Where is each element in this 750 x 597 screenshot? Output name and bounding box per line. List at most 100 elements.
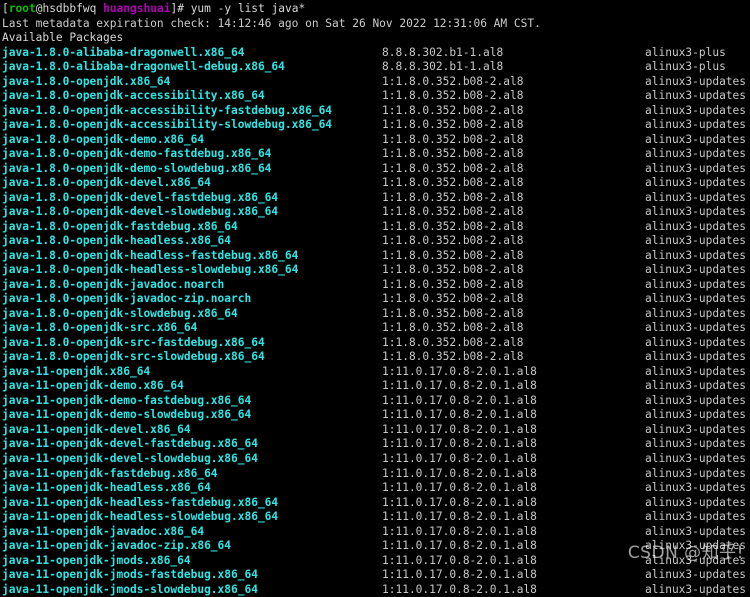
- package-repository: alinux3-updates: [645, 568, 747, 582]
- package-row: java-11-openjdk-javadoc.x86_64 1:11.0.17.…: [2, 525, 750, 540]
- package-repository: alinux3-updates: [645, 539, 747, 553]
- package-row: java-11-openjdk-jmods-fastdebug.x86_64 1:…: [2, 568, 750, 583]
- terminal-window[interactable]: [root@hsdbbfwq huangshuai]# yum -y list …: [0, 0, 750, 596]
- package-name: java-1.8.0-openjdk-headless.x86_64: [2, 234, 232, 248]
- package-row: java-1.8.0-alibaba-dragonwell-debug.x86_…: [2, 60, 750, 75]
- package-row: java-1.8.0-openjdk-headless.x86_64 1:1.8.…: [2, 234, 750, 249]
- package-row: java-11-openjdk-demo.x86_64 1:11.0.17.0.8…: [2, 379, 750, 394]
- package-repository: alinux3-updates: [645, 234, 747, 248]
- package-name: java-1.8.0-openjdk-fastdebug.x86_64: [2, 219, 238, 233]
- package-repository: alinux3-updates: [645, 582, 747, 596]
- package-version: 1:11.0.17.0.8-2.0.1.al8: [382, 481, 537, 495]
- package-version: 1:1.8.0.352.b08-2.al8: [382, 219, 524, 233]
- package-repository: alinux3-updates: [645, 89, 747, 103]
- package-row: java-1.8.0-openjdk-javadoc-zip.noarch 1:1…: [2, 292, 750, 307]
- available-packages-header: Available Packages: [2, 31, 124, 45]
- package-row: java-1.8.0-openjdk-headless-fastdebug.x8…: [2, 249, 750, 264]
- package-repository: alinux3-updates: [645, 495, 747, 509]
- command-text: yum -y list java*: [190, 2, 306, 15]
- package-version: 1:11.0.17.0.8-2.0.1.al8: [382, 451, 537, 465]
- package-name: java-11-openjdk-headless.x86_64: [2, 481, 211, 495]
- package-version: 1:11.0.17.0.8-2.0.1.al8: [382, 582, 537, 596]
- package-repository: alinux3-updates: [645, 161, 747, 175]
- package-row: java-1.8.0-openjdk-accessibility-fastdeb…: [2, 104, 750, 119]
- package-repository: alinux3-updates: [645, 306, 747, 320]
- package-name: java-1.8.0-openjdk-demo.x86_64: [2, 132, 205, 146]
- package-name: java-11-openjdk-jmods-slowdebug.x86_64: [2, 582, 258, 596]
- package-row: java-1.8.0-openjdk-demo.x86_64 1:1.8.0.35…: [2, 133, 750, 148]
- package-version: 1:11.0.17.0.8-2.0.1.al8: [382, 466, 537, 480]
- package-version: 1:1.8.0.352.b08-2.al8: [382, 147, 524, 161]
- package-name: java-11-openjdk-javadoc-zip.x86_64: [2, 539, 232, 553]
- package-name: java-1.8.0-openjdk-devel-fastdebug.x86_6…: [2, 190, 279, 204]
- package-row: java-1.8.0-openjdk-slowdebug.x86_64 1:1.8…: [2, 307, 750, 322]
- prompt-working-directory: huangshuai: [103, 2, 171, 15]
- package-name: java-1.8.0-openjdk-javadoc-zip.noarch: [2, 292, 252, 306]
- package-row: java-1.8.0-openjdk-src-slowdebug.x86_64 1…: [2, 350, 750, 365]
- package-name: java-11-openjdk-demo.x86_64: [2, 379, 184, 393]
- package-version: 1:11.0.17.0.8-2.0.1.al8: [382, 568, 537, 582]
- package-name: java-1.8.0-openjdk-headless-fastdebug.x8…: [2, 248, 299, 262]
- package-repository: alinux3-updates: [645, 335, 747, 349]
- package-row: java-11-openjdk-headless-slowdebug.x86_6…: [2, 510, 750, 525]
- prompt-sigil: #: [177, 2, 191, 15]
- package-version: 1:1.8.0.352.b08-2.al8: [382, 263, 524, 277]
- package-row: java-1.8.0-openjdk-devel-fastdebug.x86_6…: [2, 191, 750, 206]
- package-row: java-1.8.0-openjdk-accessibility.x86_64 1…: [2, 89, 750, 104]
- package-row: java-11-openjdk-devel-fastdebug.x86_64 1:…: [2, 437, 750, 452]
- prompt-line: [root@hsdbbfwq huangshuai]# yum -y list …: [2, 2, 750, 17]
- package-name: java-1.8.0-openjdk-slowdebug.x86_64: [2, 306, 238, 320]
- package-repository: alinux3-updates: [645, 132, 747, 146]
- package-version: 1:11.0.17.0.8-2.0.1.al8: [382, 422, 537, 436]
- package-repository: alinux3-updates: [645, 176, 747, 190]
- prompt-user: root: [8, 2, 36, 15]
- package-version: 1:1.8.0.352.b08-2.al8: [382, 248, 524, 262]
- package-repository: alinux3-updates: [645, 103, 747, 117]
- package-name: java-1.8.0-openjdk-demo-fastdebug.x86_64: [2, 147, 272, 161]
- package-repository: alinux3-updates: [645, 147, 747, 161]
- package-row: java-11-openjdk-devel-slowdebug.x86_64 1:…: [2, 452, 750, 467]
- package-name: java-1.8.0-openjdk.x86_64: [2, 74, 171, 88]
- package-row: java-11-openjdk-jmods-slowdebug.x86_64 1:…: [2, 583, 750, 597]
- package-row: java-1.8.0-alibaba-dragonwell.x86_64 8.8.…: [2, 46, 750, 61]
- package-name: java-11-openjdk-demo-slowdebug.x86_64: [2, 408, 252, 422]
- metadata-expiration-line: Last metadata expiration check: 14:12:46…: [2, 16, 541, 30]
- package-version: 1:1.8.0.352.b08-2.al8: [382, 89, 524, 103]
- package-name: java-1.8.0-openjdk-demo-slowdebug.x86_64: [2, 161, 272, 175]
- package-repository: alinux3-updates: [645, 466, 747, 480]
- package-name: java-1.8.0-openjdk-src.x86_64: [2, 321, 198, 335]
- package-repository: alinux3-updates: [645, 277, 747, 291]
- package-repository: alinux3-updates: [645, 190, 747, 204]
- package-repository: alinux3-updates: [645, 481, 747, 495]
- package-version: 1:11.0.17.0.8-2.0.1.al8: [382, 539, 537, 553]
- package-version: 1:11.0.17.0.8-2.0.1.al8: [382, 437, 537, 451]
- package-version: 1:1.8.0.352.b08-2.al8: [382, 176, 524, 190]
- package-name: java-11-openjdk-jmods.x86_64: [2, 553, 191, 567]
- package-name: java-11-openjdk-jmods-fastdebug.x86_64: [2, 568, 258, 582]
- prompt-hostname: hsdbbfwq: [42, 2, 97, 15]
- package-name: java-1.8.0-openjdk-accessibility-slowdeb…: [2, 118, 333, 132]
- package-repository: alinux3-updates: [645, 379, 747, 393]
- package-row: java-11-openjdk.x86_64 1:11.0.17.0.8-2.0.…: [2, 365, 750, 380]
- package-name: java-11-openjdk-devel-slowdebug.x86_64: [2, 451, 258, 465]
- package-name: java-1.8.0-openjdk-src-fastdebug.x86_64: [2, 335, 265, 349]
- package-name: java-1.8.0-openjdk-javadoc.noarch: [2, 277, 225, 291]
- package-row: java-11-openjdk-jmods.x86_64 1:11.0.17.0.…: [2, 554, 750, 569]
- package-repository: alinux3-updates: [645, 118, 747, 132]
- package-version: 1:1.8.0.352.b08-2.al8: [382, 234, 524, 248]
- package-row: java-11-openjdk-demo-fastdebug.x86_64 1:1…: [2, 394, 750, 409]
- package-repository: alinux3-updates: [645, 219, 747, 233]
- package-row: java-1.8.0-openjdk-demo-fastdebug.x86_64…: [2, 147, 750, 162]
- package-repository: alinux3-updates: [645, 451, 747, 465]
- package-row: java-1.8.0-openjdk-fastdebug.x86_64 1:1.8…: [2, 220, 750, 235]
- package-name: java-11-openjdk-fastdebug.x86_64: [2, 466, 218, 480]
- package-repository: alinux3-updates: [645, 292, 747, 306]
- package-row: java-1.8.0-openjdk-javadoc.noarch 1:1.8.0…: [2, 278, 750, 293]
- package-repository: alinux3-updates: [645, 510, 747, 524]
- package-repository: alinux3-updates: [645, 408, 747, 422]
- package-version: 1:1.8.0.352.b08-2.al8: [382, 277, 524, 291]
- package-repository: alinux3-updates: [645, 321, 747, 335]
- package-name: java-1.8.0-openjdk-accessibility-fastdeb…: [2, 103, 333, 117]
- package-version: 1:1.8.0.352.b08-2.al8: [382, 74, 524, 88]
- package-version: 1:11.0.17.0.8-2.0.1.al8: [382, 510, 537, 524]
